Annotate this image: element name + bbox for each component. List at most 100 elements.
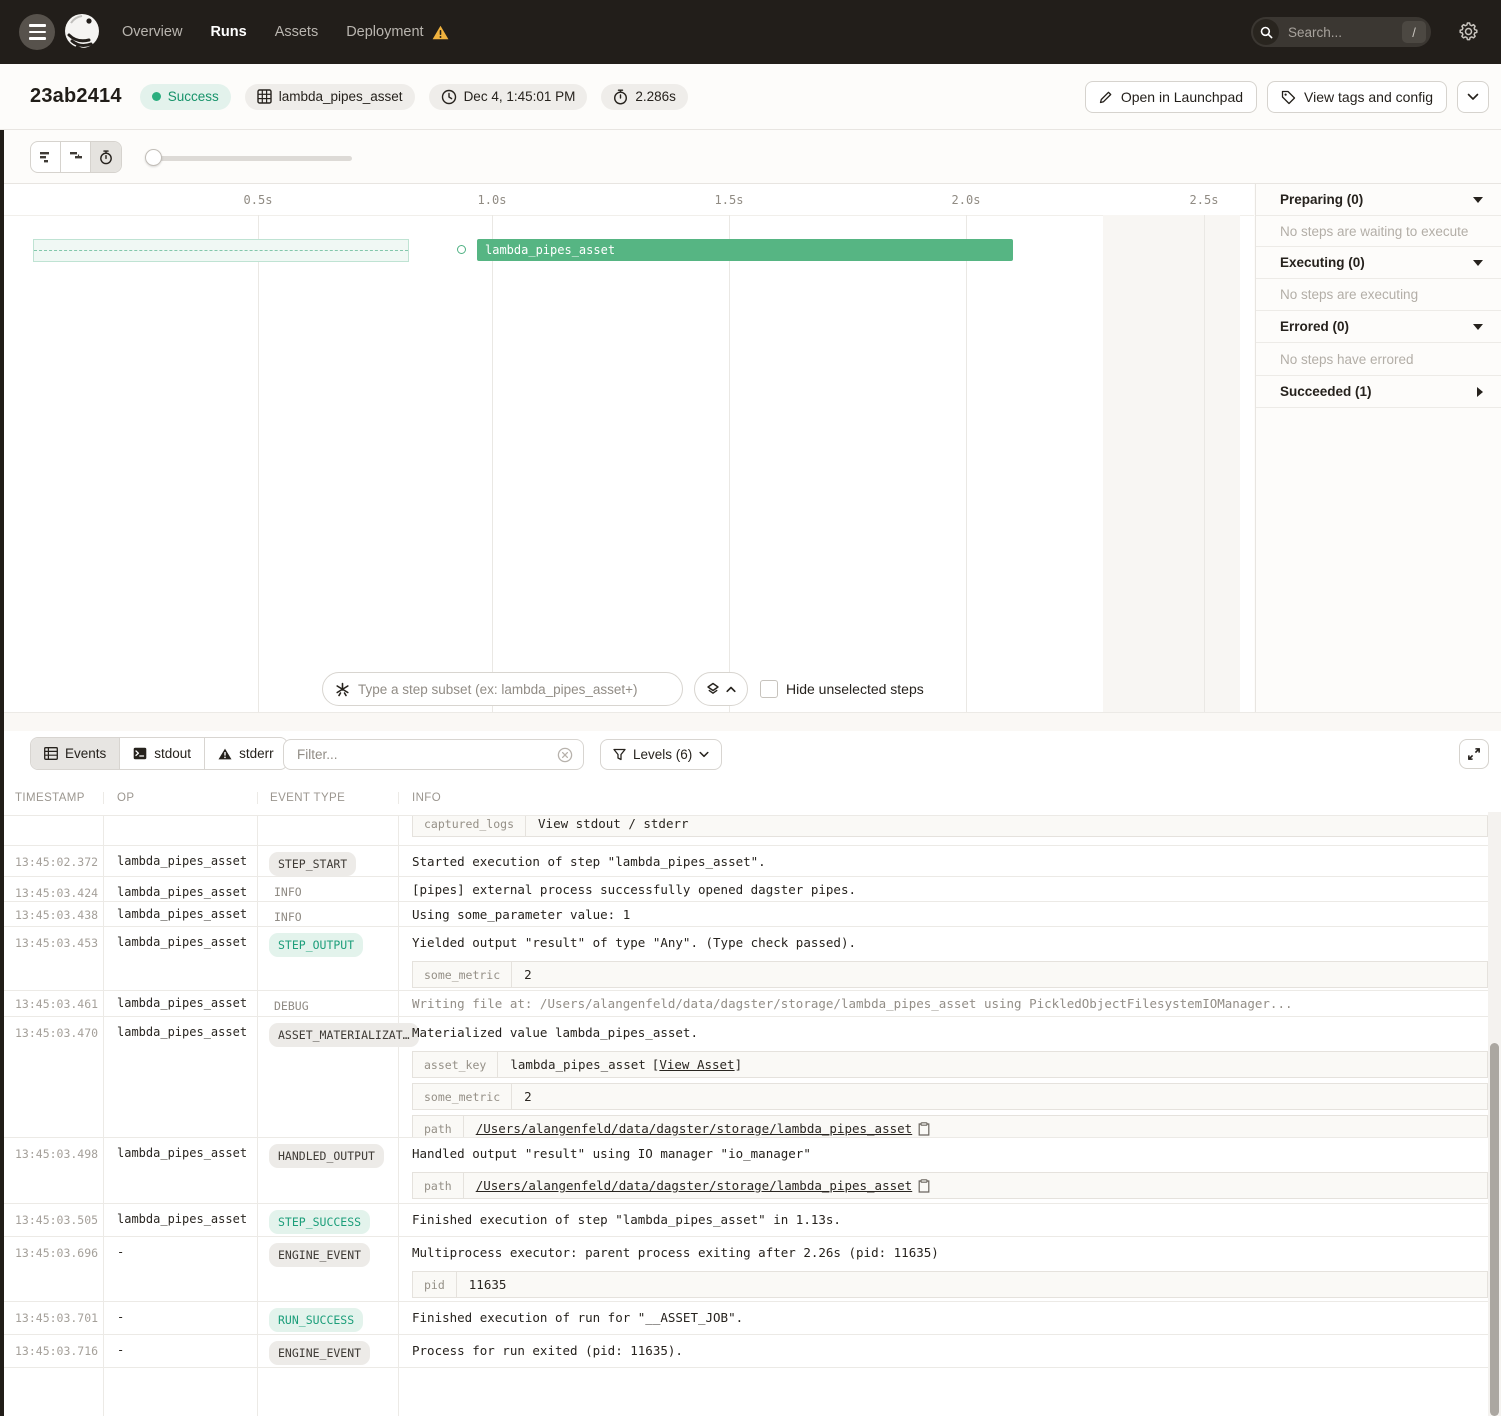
event-type-badge: STEP_SUCCESS [269, 1210, 370, 1234]
header-more-dropdown-button[interactable] [1457, 81, 1489, 113]
section-preparing[interactable]: Preparing (0) [1256, 184, 1501, 216]
metadata-entry: captured_logs View stdout / stderr [412, 816, 1488, 837]
executing-empty-row: No steps are executing [1256, 279, 1501, 311]
path-link[interactable]: /Users/alangenfeld/data/dagster/storage/… [476, 1178, 913, 1193]
table-row[interactable]: 13:45:03.424 lambda_pipes_asset INFO [pi… [0, 876, 1501, 901]
run-id: 23ab2414 [30, 85, 122, 108]
table-row[interactable]: 13:45:03.461 lambda_pipes_asset DEBUG Wr… [0, 990, 1501, 1016]
job-grid-icon [257, 89, 272, 104]
levels-dropdown-button[interactable]: Levels (6) [600, 739, 722, 770]
table-row[interactable]: 13:45:02.372 lambda_pipes_asset STEP_STA… [0, 845, 1501, 876]
chevron-down-icon [1467, 93, 1479, 101]
after-run-shaded-region [1103, 215, 1240, 712]
status-badge[interactable]: Success [140, 84, 231, 110]
event-type-badge: ASSET_MATERIALIZAT… [269, 1023, 419, 1047]
view-tags-config-button[interactable]: View tags and config [1267, 81, 1447, 113]
clear-filter-icon[interactable] [557, 747, 573, 763]
metadata-entry: path /Users/alangenfeld/data/dagster/sto… [412, 1172, 1488, 1199]
open-launchpad-button[interactable]: Open in Launchpad [1085, 81, 1257, 113]
event-log-table: TIMESTAMP OP EVENT TYPE INFO captured_lo… [0, 780, 1501, 1416]
nav-runs[interactable]: Runs [210, 24, 246, 40]
hamburger-menu-icon[interactable] [19, 14, 55, 50]
expand-icon [1467, 747, 1481, 761]
section-errored[interactable]: Errored (0) [1256, 311, 1501, 343]
search-placeholder: Search... [1288, 25, 1402, 40]
job-name-pill[interactable]: lambda_pipes_asset [245, 84, 415, 110]
collapse-icon [1473, 260, 1483, 266]
event-type-badge: DEBUG [269, 994, 309, 1013]
section-succeeded[interactable]: Succeeded (1) [1256, 376, 1501, 408]
copy-icon[interactable] [918, 1179, 930, 1193]
event-type-badge: INFO [269, 880, 302, 899]
event-type-badge: STEP_OUTPUT [269, 933, 363, 957]
table-row[interactable]: 13:45:03.701 - RUN_SUCCESS Finished exec… [0, 1301, 1501, 1334]
event-type-badge: HANDLED_OUTPUT [269, 1144, 384, 1168]
section-executing[interactable]: Executing (0) [1256, 247, 1501, 279]
log-expand-button[interactable] [1459, 739, 1489, 769]
table-row[interactable]: 13:45:03.470 lambda_pipes_asset ASSET_MA… [0, 1016, 1501, 1137]
hide-unselected-label: Hide unselected steps [786, 681, 924, 697]
terminal-icon [133, 747, 147, 760]
metadata-entry: some_metric 2 [412, 961, 1488, 988]
tab-events[interactable]: Events [31, 738, 120, 769]
path-link[interactable]: /Users/alangenfeld/data/dagster/storage/… [476, 1121, 913, 1136]
events-list-icon [44, 747, 58, 760]
tag-icon [1281, 90, 1296, 105]
copy-icon[interactable] [918, 1122, 930, 1136]
nav-deployment[interactable]: Deployment [346, 24, 448, 40]
clock-icon [441, 89, 457, 105]
table-row[interactable]: 13:45:03.438 lambda_pipes_asset INFO Usi… [0, 901, 1501, 926]
slider-thumb[interactable] [145, 149, 162, 166]
log-filter-field[interactable] [283, 739, 584, 770]
event-type-badge: INFO [269, 905, 302, 924]
run-meta-pills: Success lambda_pipes_asset Dec 4, 1:45:0… [140, 84, 688, 110]
table-row-empty [0, 1367, 1501, 1416]
preparing-empty-row: No steps are waiting to execute [1256, 216, 1501, 247]
graph-query-toggle[interactable] [694, 672, 748, 706]
dagster-run-page: Overview Runs Assets Deployment Search..… [0, 0, 1501, 1416]
timed-view-icon[interactable] [91, 142, 121, 172]
search-icon [1253, 19, 1279, 45]
nav-assets[interactable]: Assets [275, 24, 319, 40]
errored-empty-row: No steps have errored [1256, 343, 1501, 376]
table-row[interactable]: 13:45:03.453 lambda_pipes_asset STEP_OUT… [0, 926, 1501, 990]
funnel-icon [613, 748, 626, 761]
gantt-chart: 0.5s 1.0s 1.5s 2.0s 2.5s lambda_pipes_as… [0, 184, 1254, 712]
event-type-badge: STEP_START [269, 852, 356, 876]
table-row[interactable]: captured_logs View stdout / stderr [0, 815, 1501, 845]
tab-stdout[interactable]: stdout [120, 738, 205, 769]
log-tabs: Events stdout stderr [30, 737, 288, 770]
table-row[interactable]: 13:45:03.696 - ENGINE_EVENT Multiprocess… [0, 1236, 1501, 1301]
search-input[interactable]: Search... / [1251, 17, 1431, 47]
event-type-badge: ENGINE_EVENT [269, 1243, 370, 1267]
waterfall-view-icon[interactable] [61, 142, 91, 172]
table-row[interactable]: 13:45:03.505 lambda_pipes_asset STEP_SUC… [0, 1203, 1501, 1236]
settings-gear-icon[interactable] [1458, 21, 1479, 42]
metadata-entry: path /Users/alangenfeld/data/dagster/sto… [412, 1115, 1488, 1137]
hide-unselected-checkbox[interactable] [760, 680, 778, 698]
view-stdout-stderr-link[interactable]: View stdout / stderr [538, 816, 689, 831]
table-header-row: TIMESTAMP OP EVENT TYPE INFO [0, 780, 1501, 815]
nav-overview[interactable]: Overview [122, 24, 182, 40]
gantt-zoom-slider[interactable] [145, 149, 355, 167]
gantt-step-bar[interactable]: lambda_pipes_asset [477, 239, 1013, 261]
tab-stderr[interactable]: stderr [205, 738, 287, 769]
flat-view-icon[interactable] [31, 142, 61, 172]
dagster-logo-icon[interactable] [61, 11, 103, 53]
log-scrollbar-thumb[interactable] [1490, 1043, 1499, 1416]
event-type-badge: ENGINE_EVENT [269, 1341, 370, 1365]
step-subset-filter[interactable] [322, 672, 683, 706]
top-nav-bar: Overview Runs Assets Deployment Search..… [0, 0, 1501, 64]
collapse-icon [1473, 324, 1483, 330]
stopwatch-icon [613, 89, 628, 105]
gantt-view-switcher [30, 141, 122, 173]
view-asset-link[interactable]: View Asset [659, 1057, 734, 1072]
step-subset-input[interactable] [358, 682, 670, 697]
op-selector-icon [335, 682, 350, 697]
table-row[interactable]: 13:45:03.716 - ENGINE_EVENT Process for … [0, 1334, 1501, 1367]
run-header: 23ab2414 Success lambda_pipes_asset Dec … [0, 64, 1501, 130]
collapse-icon [1473, 197, 1483, 203]
table-row[interactable]: 13:45:03.498 lambda_pipes_asset HANDLED_… [0, 1137, 1501, 1203]
panel-divider [0, 712, 1501, 731]
log-filter-input[interactable] [297, 747, 557, 762]
